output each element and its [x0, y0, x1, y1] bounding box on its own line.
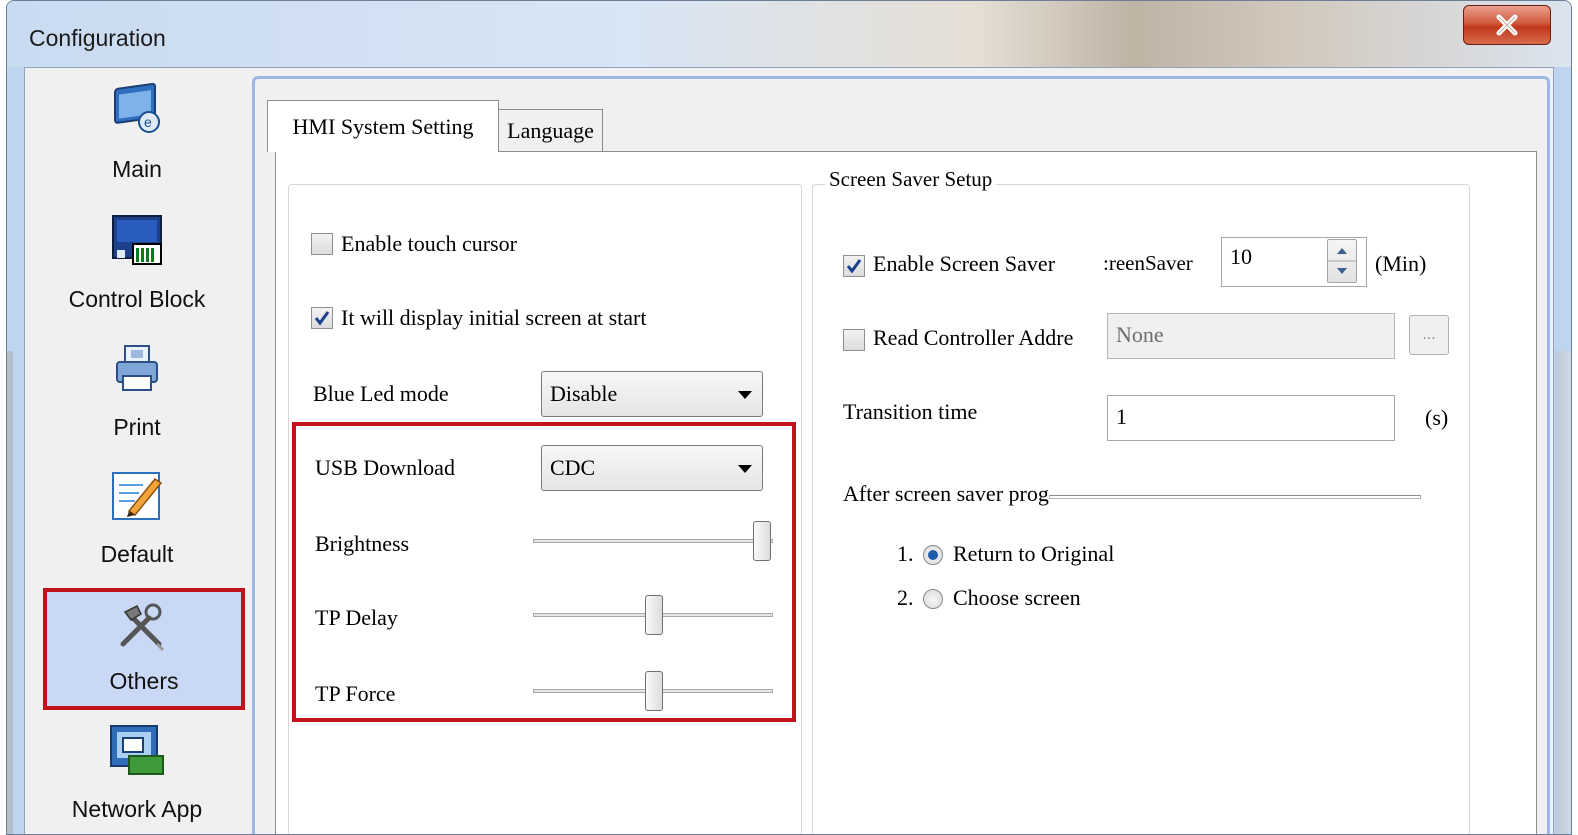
- checkmark-icon: [314, 311, 330, 326]
- sidebar-item-label: Default: [100, 541, 174, 567]
- choose-screen-radio[interactable]: [923, 589, 943, 609]
- sidebar: e Main Control Block Print Default Other…: [27, 68, 245, 834]
- sidebar-item-label: Control Block: [68, 286, 206, 312]
- browse-address-button[interactable]: ...: [1409, 315, 1449, 355]
- blue-led-mode-label: Blue Led mode: [313, 381, 449, 406]
- read-controller-checkbox[interactable]: [843, 329, 865, 351]
- screen-saver-title: Screen Saver Setup: [825, 167, 997, 192]
- choose-screen-label: Choose screen: [953, 585, 1081, 610]
- option-1-number: 1.: [897, 541, 914, 566]
- settings-panel: HMI System Setting Language Enable touch…: [252, 76, 1550, 834]
- transition-time-input[interactable]: 1: [1107, 395, 1395, 441]
- enable-touch-cursor-label: Enable touch cursor: [341, 231, 517, 256]
- tab-page: Enable touch cursor It will display init…: [275, 151, 1537, 834]
- screen-saver-timeout-label: :reenSaver: [1103, 251, 1193, 275]
- enable-screen-saver-label: Enable Screen Saver: [873, 251, 1056, 276]
- window-edge-right: [1555, 351, 1571, 834]
- title-bar[interactable]: Configuration: [7, 1, 1571, 67]
- sidebar-item-label: Main: [112, 156, 162, 182]
- configuration-window: Configuration e Main Control Block Print…: [6, 0, 1572, 835]
- checkmark-icon: [846, 259, 862, 274]
- client-area: e Main Control Block Print Default Other…: [24, 67, 1554, 834]
- chevron-down-icon: [738, 391, 752, 399]
- sidebar-item-label: Others: [109, 668, 179, 694]
- sidebar-item-print[interactable]: Print: [37, 326, 237, 446]
- highlight-box: [292, 422, 796, 722]
- sidebar-item-label: Print: [113, 414, 161, 440]
- window-edge-left: [7, 351, 13, 834]
- sidebar-item-others[interactable]: Others: [43, 588, 245, 710]
- timeout-spinner[interactable]: [1327, 239, 1357, 283]
- sidebar-item-control-block[interactable]: Control Block: [37, 198, 237, 318]
- main-config-icon: e: [114, 82, 160, 133]
- sidebar-item-network-app[interactable]: Network App: [37, 708, 237, 828]
- transition-time-label: Transition time: [843, 399, 978, 424]
- controller-address-input[interactable]: None: [1107, 313, 1395, 359]
- network-app-icon: [110, 725, 164, 775]
- option-2-number: 2.: [897, 585, 914, 610]
- enable-touch-cursor-checkbox[interactable]: [311, 233, 333, 255]
- screen-saver-group: Screen Saver Setup Enable Screen Saver :…: [812, 167, 1470, 834]
- blue-led-mode-select[interactable]: Disable: [541, 371, 763, 417]
- separator-line: [1049, 495, 1421, 499]
- return-to-original-label: Return to Original: [953, 541, 1115, 566]
- timeout-unit: (Min): [1375, 251, 1427, 276]
- tab-hmi-system-setting[interactable]: HMI System Setting: [267, 100, 499, 152]
- spinner-arrows-icon: [1328, 248, 1356, 274]
- display-initial-screen-label: It will display initial screen at start: [341, 305, 647, 330]
- close-icon: [1496, 14, 1518, 36]
- tools-icon: [120, 603, 165, 652]
- close-button[interactable]: [1463, 5, 1551, 45]
- transition-unit: (s): [1425, 405, 1449, 430]
- display-initial-screen-checkbox[interactable]: [311, 307, 333, 329]
- window-title: Configuration: [29, 25, 166, 51]
- sidebar-item-default[interactable]: Default: [37, 453, 237, 573]
- enable-screen-saver-checkbox[interactable]: [843, 255, 865, 277]
- read-controller-label: Read Controller Addre: [873, 325, 1074, 350]
- return-to-original-radio[interactable]: [923, 545, 943, 565]
- svg-text:e: e: [144, 114, 152, 130]
- sidebar-item-label: Network App: [71, 796, 203, 822]
- sidebar-item-main[interactable]: e Main: [37, 68, 237, 188]
- default-edit-icon: [112, 472, 163, 520]
- after-screen-saver-label: After screen saver prog: [843, 481, 1049, 506]
- blue-led-mode-value: Disable: [550, 381, 618, 406]
- printer-icon: [116, 345, 158, 391]
- tab-language[interactable]: Language: [499, 109, 603, 152]
- control-block-icon: [112, 215, 162, 265]
